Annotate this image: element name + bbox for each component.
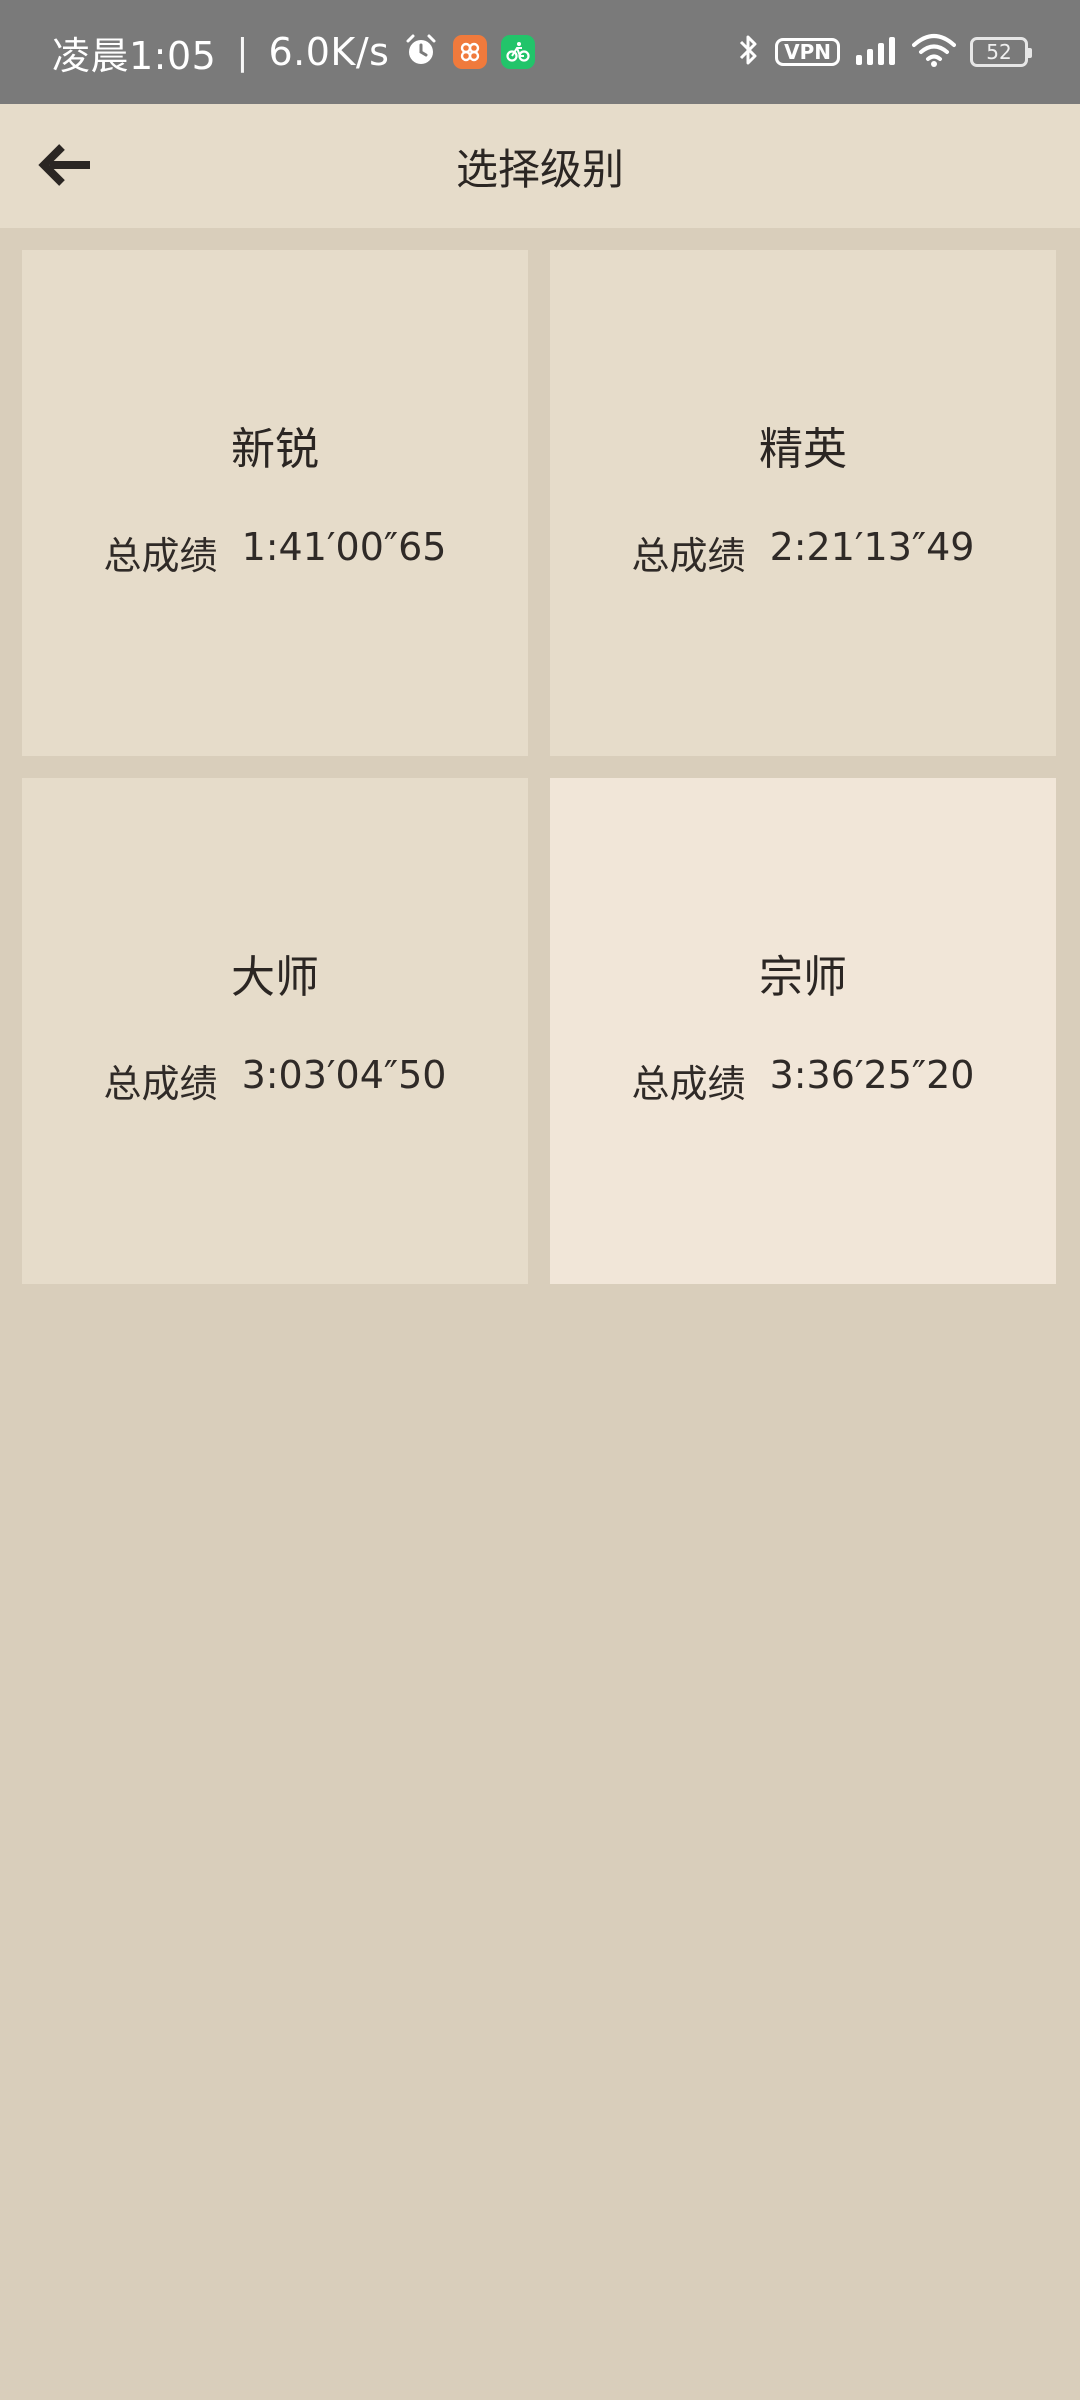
level-score-row: 总成绩 2:21′13″49: [632, 525, 975, 580]
score-label: 总成绩: [103, 1061, 218, 1106]
level-name: 大师: [231, 951, 319, 1003]
level-card-jingying[interactable]: 精英 总成绩 2:21′13″49: [550, 250, 1056, 756]
level-grid: 新锐 总成绩 1:41′00″65 精英 总成绩 2:21′13″49 大师 总…: [22, 250, 1056, 1284]
status-time: 凌晨1:05: [52, 33, 217, 78]
battery-level: 52: [986, 40, 1012, 64]
score-label: 总成绩: [631, 1061, 746, 1106]
level-card-xinrui[interactable]: 新锐 总成绩 1:41′00″65: [22, 250, 528, 756]
app-orange-icon: [453, 35, 488, 69]
app-bar: 选择级别: [0, 104, 1080, 228]
level-score-row: 总成绩 3:03′04″50: [104, 1053, 447, 1108]
network-speed: 6.0K/s: [268, 30, 390, 74]
app-green-bike-icon: [501, 35, 536, 69]
status-left: 凌晨1:05 | 6.0K/s: [52, 25, 536, 80]
status-right: VPN 52: [735, 32, 1032, 72]
status-bar: 凌晨1:05 | 6.0K/s VPN 52: [0, 0, 1080, 104]
battery-icon: 52: [970, 37, 1032, 67]
level-card-zongshi[interactable]: 宗师 总成绩 3:36′25″20: [550, 778, 1056, 1284]
bluetooth-icon: [735, 32, 761, 72]
level-score-row: 总成绩 1:41′00″65: [104, 525, 447, 580]
level-name: 新锐: [231, 423, 319, 475]
score-value: 3:03′04″50: [241, 1052, 447, 1097]
wifi-icon: [912, 33, 956, 71]
page-title: 选择级别: [455, 144, 624, 194]
score-value: 3:36′25″20: [769, 1052, 975, 1097]
level-name: 宗师: [759, 951, 847, 1003]
signal-icon: [854, 35, 898, 69]
level-card-dashi[interactable]: 大师 总成绩 3:03′04″50: [22, 778, 528, 1284]
score-value: 2:21′13″49: [769, 524, 975, 569]
score-label: 总成绩: [103, 533, 218, 578]
score-label: 总成绩: [631, 533, 746, 578]
status-separator: |: [236, 31, 249, 73]
vpn-badge: VPN: [775, 38, 840, 66]
level-score-row: 总成绩 3:36′25″20: [632, 1053, 975, 1108]
score-value: 1:41′00″65: [241, 524, 447, 569]
level-name: 精英: [759, 423, 847, 475]
alarm-icon: [403, 32, 439, 72]
